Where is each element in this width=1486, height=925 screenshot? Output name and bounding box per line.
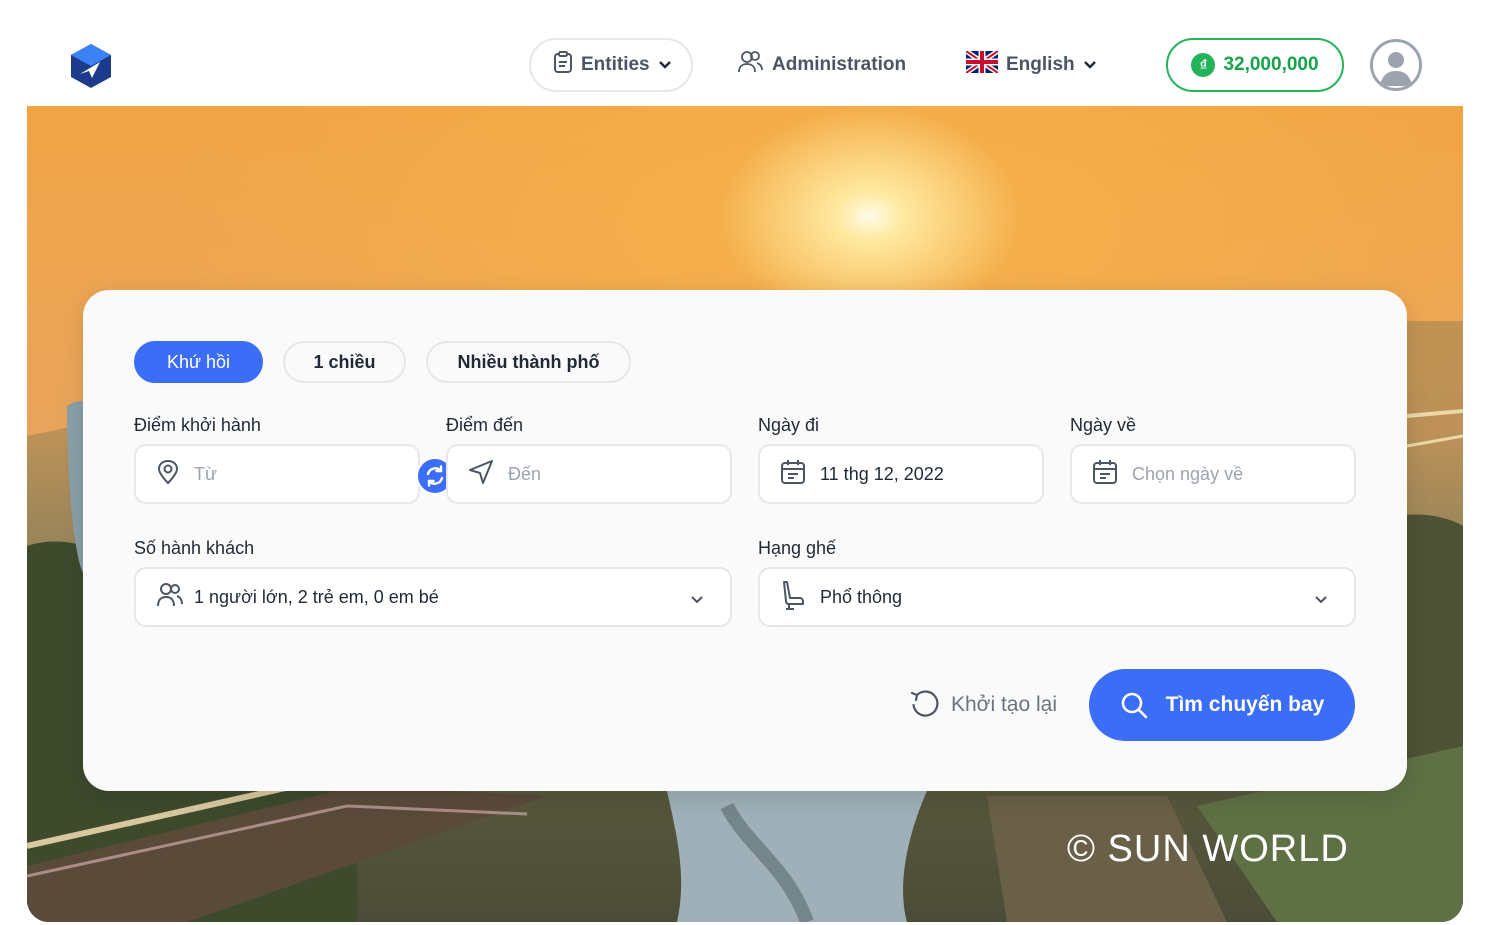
chevron-down-icon: [690, 589, 704, 610]
return-date-input[interactable]: Chọn ngày về: [1070, 444, 1356, 504]
return-date-placeholder: Chọn ngày về: [1132, 463, 1244, 484]
users-icon: [738, 50, 764, 80]
users-icon: [156, 581, 184, 614]
chevron-down-icon: [1083, 54, 1097, 76]
currency-coin-icon: ₫: [1191, 53, 1216, 77]
clipboard-icon: [553, 51, 573, 79]
trip-type-one-way[interactable]: 1 chiều: [283, 341, 406, 383]
reset-button[interactable]: Khởi tạo lại: [909, 688, 1057, 722]
origin-label: Điểm khởi hành: [134, 415, 261, 435]
origin-placeholder: Từ: [194, 463, 218, 484]
user-avatar[interactable]: [1370, 39, 1422, 91]
calendar-icon: [1092, 459, 1118, 490]
photo-watermark: © SUN WORLD: [1067, 828, 1349, 870]
top-navbar: Entities Administration English ₫ 32,000…: [0, 0, 1486, 106]
destination-input[interactable]: Đến: [446, 444, 732, 504]
app-logo-icon[interactable]: [68, 42, 114, 90]
search-flights-button[interactable]: Tìm chuyến bay: [1089, 669, 1355, 741]
chevron-down-icon: [658, 54, 672, 76]
flight-search-card: Khứ hồi 1 chiều Nhiều thành phố Điểm khở…: [83, 290, 1407, 791]
destination-placeholder: Đến: [508, 463, 542, 484]
seat-icon: [780, 580, 806, 615]
passengers-select[interactable]: 1 người lớn, 2 trẻ em, 0 em bé: [134, 567, 732, 627]
swap-icon: [424, 465, 446, 487]
calendar-icon: [780, 459, 806, 490]
entities-menu-button[interactable]: Entities: [529, 38, 693, 92]
trip-type-multi-city[interactable]: Nhiều thành phố: [426, 341, 631, 383]
reset-icon: [909, 689, 941, 721]
uk-flag-icon: [964, 48, 1000, 79]
reset-label: Khởi tạo lại: [951, 693, 1057, 716]
depart-date-value: 11 thg 12, 2022: [820, 463, 944, 484]
origin-input[interactable]: Từ: [134, 444, 420, 504]
cabin-class-value: Phổ thông: [820, 586, 903, 607]
destination-label: Điểm đến: [446, 415, 524, 435]
entities-label: Entities: [581, 54, 650, 75]
language-label: English: [1006, 54, 1075, 75]
passengers-value: 1 người lớn, 2 trẻ em, 0 em bé: [194, 586, 439, 607]
cabin-class-label: Hạng ghế: [758, 538, 837, 558]
balance-amount: 32,000,000: [1223, 54, 1319, 75]
search-flights-label: Tìm chuyến bay: [1165, 693, 1325, 716]
return-date-label: Ngày về: [1070, 415, 1137, 435]
administration-label: Administration: [772, 54, 907, 75]
administration-link[interactable]: Administration: [738, 38, 918, 92]
search-icon: [1120, 691, 1148, 719]
map-pin-icon: [156, 459, 180, 490]
language-selector[interactable]: English: [964, 38, 1106, 92]
passengers-label: Số hành khách: [134, 538, 255, 558]
wallet-balance-badge[interactable]: ₫ 32,000,000: [1166, 38, 1344, 92]
trip-type-round-trip[interactable]: Khứ hồi: [134, 341, 263, 383]
depart-date-label: Ngày đi: [758, 415, 820, 435]
navigation-icon: [468, 459, 494, 490]
chevron-down-icon: [1314, 589, 1328, 610]
depart-date-input[interactable]: 11 thg 12, 2022: [758, 444, 1044, 504]
cabin-class-select[interactable]: Phổ thông: [758, 567, 1356, 627]
